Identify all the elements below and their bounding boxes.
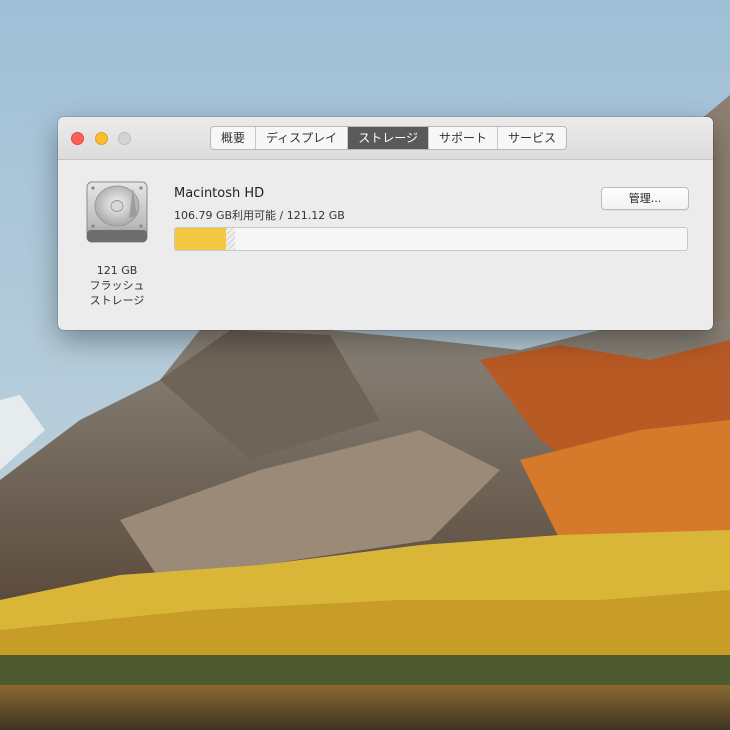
tab-support[interactable]: サポート bbox=[429, 127, 498, 149]
storage-other-segment bbox=[226, 228, 235, 250]
wallpaper-mountains bbox=[0, 0, 730, 730]
drive-caption: 121 GB フラッシュ ストレージ bbox=[74, 263, 160, 308]
storage-used-segment bbox=[175, 228, 226, 250]
hard-drive-icon bbox=[86, 181, 148, 243]
storage-panel: 121 GB フラッシュ ストレージ Macintosh HD 106.79 G… bbox=[58, 160, 713, 330]
drive-type-line2: ストレージ bbox=[89, 294, 145, 307]
about-this-mac-window: 概要 ディスプレイ ストレージ サポート サービス 121 GB フラッシュ ス… bbox=[58, 117, 713, 330]
window-titlebar[interactable]: 概要 ディスプレイ ストレージ サポート サービス bbox=[58, 117, 713, 160]
tab-displays[interactable]: ディスプレイ bbox=[256, 127, 349, 149]
manage-button[interactable]: 管理... bbox=[601, 187, 689, 210]
drive-type-line1: フラッシュ bbox=[89, 279, 145, 292]
desktop-wallpaper bbox=[0, 0, 730, 730]
close-button[interactable] bbox=[71, 132, 84, 145]
tab-storage[interactable]: ストレージ bbox=[348, 127, 429, 149]
zoom-button[interactable] bbox=[118, 132, 131, 145]
drive-capacity-label: 121 GB bbox=[96, 264, 138, 277]
tab-overview[interactable]: 概要 bbox=[211, 127, 257, 149]
drive-name: Macintosh HD bbox=[174, 186, 265, 201]
minimize-button[interactable] bbox=[95, 132, 108, 145]
tab-service[interactable]: サービス bbox=[498, 127, 566, 149]
drive-usage-text: 106.79 GB利用可能 / 121.12 GB bbox=[174, 209, 345, 222]
tab-bar: 概要 ディスプレイ ストレージ サポート サービス bbox=[210, 126, 567, 150]
storage-usage-bar bbox=[174, 227, 688, 251]
